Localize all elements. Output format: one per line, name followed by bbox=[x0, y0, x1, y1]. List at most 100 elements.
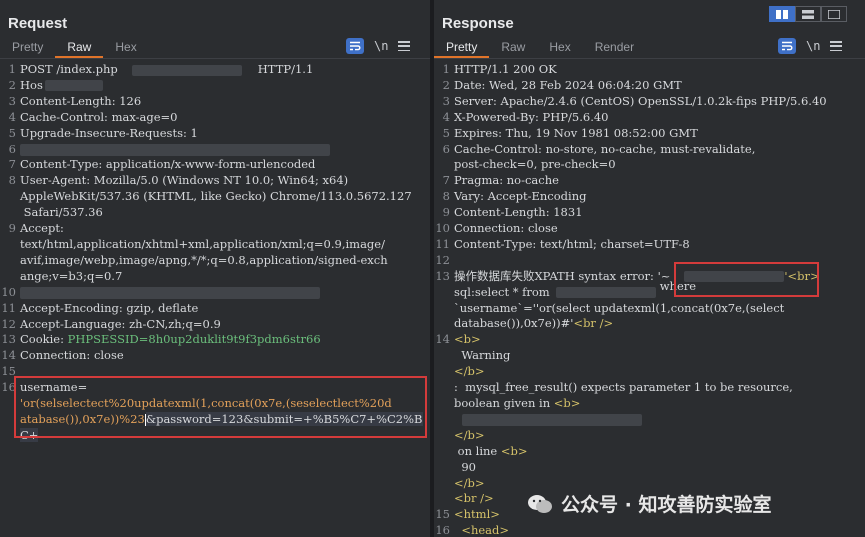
sql-text: sql:select * from bbox=[454, 284, 550, 299]
req-line-4-text: Cache-Control: max-age=0 bbox=[20, 109, 178, 124]
line-number: 3 bbox=[8, 93, 16, 108]
resp-line-text: Connection: close bbox=[454, 221, 558, 236]
line-number: 9 bbox=[442, 205, 450, 220]
error-highlight-box bbox=[674, 262, 819, 297]
sql-text: `username`=''or(select updatexml(1,conca… bbox=[454, 300, 785, 315]
response-pane: Response Pretty Raw Hex Render \n 1 HTTP/… bbox=[434, 0, 865, 537]
req-line-11-text: Accept-Encoding: gzip, deflate bbox=[20, 300, 199, 315]
resp-line-1: 1 HTTP/1.1 200 OK bbox=[434, 62, 865, 78]
line-number: 5 bbox=[442, 125, 450, 140]
redacted-block bbox=[131, 64, 242, 76]
line-number: 14 bbox=[1, 348, 16, 363]
line-number: 11 bbox=[435, 236, 450, 251]
resp-line-text: HTTP/1.1 200 OK bbox=[454, 62, 557, 76]
tab-raw[interactable]: Raw bbox=[55, 38, 104, 58]
req-line-7-text: Content-Type: application/x-www-form-url… bbox=[20, 157, 316, 172]
resp-line-4: 4 X-Powered-By: PHP/5.6.40 bbox=[434, 110, 865, 126]
html-tag: <b> bbox=[454, 332, 481, 347]
resp-line-text: X-Powered-By: PHP/5.6.40 bbox=[454, 109, 609, 124]
line-number: 2 bbox=[8, 77, 16, 92]
tab-pretty[interactable]: Pretty bbox=[434, 38, 490, 58]
line-number: 1 bbox=[442, 62, 450, 76]
line-number: 10 bbox=[435, 221, 450, 236]
html-tag: </b> bbox=[454, 427, 485, 442]
response-viewer[interactable]: 1 HTTP/1.1 200 OK 2 Date: Wed, 28 Feb 2024… bbox=[434, 62, 865, 537]
req-line-8: 8 User-Agent: Mozilla/5.0 (Windows NT 10.… bbox=[0, 173, 430, 221]
req-line-6: 6 bbox=[0, 142, 430, 158]
line-number: 7 bbox=[8, 157, 16, 172]
tab-hex[interactable]: Hex bbox=[103, 38, 148, 58]
resp-line-text: Vary: Accept-Encoding bbox=[454, 189, 587, 204]
req-line-13-text: Cookie: bbox=[20, 332, 68, 347]
resp-line-14: 14 <b> bbox=[434, 332, 865, 348]
line-number: 4 bbox=[8, 109, 16, 124]
line-number: 8 bbox=[8, 173, 16, 188]
tab-raw[interactable]: Raw bbox=[489, 38, 537, 58]
resp-line-14d: : mysql_free_result() expects parameter … bbox=[434, 380, 865, 396]
tab-hex[interactable]: Hex bbox=[537, 38, 582, 58]
split-vertical-icon[interactable] bbox=[795, 6, 821, 22]
menu-icon[interactable] bbox=[398, 41, 411, 51]
req-line-1: 1 POST /index.php HTTP/1.1 bbox=[0, 62, 430, 78]
line-number: 9 bbox=[8, 221, 16, 236]
req-line-12: 12 Accept-Language: zh-CN,zh;q=0.9 bbox=[0, 317, 430, 333]
html-tag: <head> bbox=[454, 523, 510, 537]
tabs-layout-icon[interactable] bbox=[821, 6, 847, 22]
newline-toggle[interactable]: \n bbox=[806, 39, 820, 53]
line-number: 13 bbox=[1, 332, 16, 347]
resp-line-10: 10 Connection: close bbox=[434, 221, 865, 237]
response-tools: \n bbox=[778, 38, 843, 54]
line-number: 1 bbox=[8, 62, 16, 76]
request-tools: \n bbox=[346, 38, 411, 54]
req-line-2: 2 Hos bbox=[0, 78, 430, 94]
wechat-icon bbox=[528, 494, 552, 513]
req-line-9-text: Accept: text/html,application/xhtml+xml,… bbox=[20, 221, 388, 283]
line-number: 14 bbox=[435, 332, 450, 347]
req-line-5-text: Upgrade-Insecure-Requests: 1 bbox=[20, 125, 198, 140]
resp-line-14e: boolean given in <b> bbox=[434, 396, 865, 412]
request-title: Request bbox=[8, 15, 68, 32]
resp-line-6: 6 Cache-Control: no-store, no-cache, must… bbox=[434, 142, 865, 174]
req-line-5: 5 Upgrade-Insecure-Requests: 1 bbox=[0, 126, 430, 142]
resp-line-14f bbox=[434, 412, 865, 428]
request-separator bbox=[0, 58, 430, 59]
br-tag: <br /> bbox=[573, 316, 614, 331]
newline-toggle[interactable]: \n bbox=[374, 39, 388, 53]
line-number: 15 bbox=[435, 507, 450, 522]
resp-line-2: 2 Date: Wed, 28 Feb 2024 06:04:20 GMT bbox=[434, 78, 865, 94]
line-value: 90 bbox=[454, 459, 476, 474]
resp-line-text: Pragma: no-cache bbox=[454, 173, 559, 188]
req-line-10: 10 bbox=[0, 285, 430, 301]
layout-switcher bbox=[769, 6, 847, 22]
line-number: 13 bbox=[435, 268, 450, 283]
split-horizontal-icon[interactable] bbox=[769, 6, 795, 22]
tab-pretty[interactable]: Pretty bbox=[0, 38, 55, 58]
req-line-3: 3 Content-Length: 126 bbox=[0, 94, 430, 110]
req-line-14: 14 Connection: close bbox=[0, 348, 430, 364]
resp-line-text: Cache-Control: no-store, no-cache, must-… bbox=[454, 141, 756, 172]
html-tag: <html> bbox=[454, 507, 500, 522]
html-tag: <br /> bbox=[454, 491, 494, 506]
resp-line-14h: on line <b> bbox=[434, 444, 865, 460]
line-number: 11 bbox=[1, 300, 16, 315]
tab-render[interactable]: Render bbox=[583, 38, 646, 58]
resp-line-14b: Warning bbox=[434, 348, 865, 364]
resp-line-13c: `username`=''or(select updatexml(1,conca… bbox=[434, 301, 865, 317]
line-number: 4 bbox=[442, 109, 450, 124]
line-number: 7 bbox=[442, 173, 450, 188]
menu-icon[interactable] bbox=[830, 41, 843, 51]
wrap-lines-icon[interactable] bbox=[778, 38, 796, 54]
line-number: 3 bbox=[442, 93, 450, 108]
req-line-2-text: Hos bbox=[20, 77, 43, 92]
warning-text: boolean given in bbox=[454, 396, 554, 411]
redacted-block bbox=[462, 413, 642, 426]
req-line-13: 13 Cookie: PHPSESSID=8h0up2duklit9t9f3pdm… bbox=[0, 332, 430, 348]
payload-highlight-box bbox=[14, 376, 427, 438]
wrap-lines-icon[interactable] bbox=[346, 38, 364, 54]
resp-line-9: 9 Content-Length: 1831 bbox=[434, 205, 865, 221]
line-number: 6 bbox=[8, 141, 16, 156]
redacted-block bbox=[555, 287, 656, 299]
resp-line-11: 11 Content-Type: text/html; charset=UTF-8 bbox=[434, 237, 865, 253]
req-line-11: 11 Accept-Encoding: gzip, deflate bbox=[0, 301, 430, 317]
response-tabs: Pretty Raw Hex Render bbox=[434, 38, 646, 58]
